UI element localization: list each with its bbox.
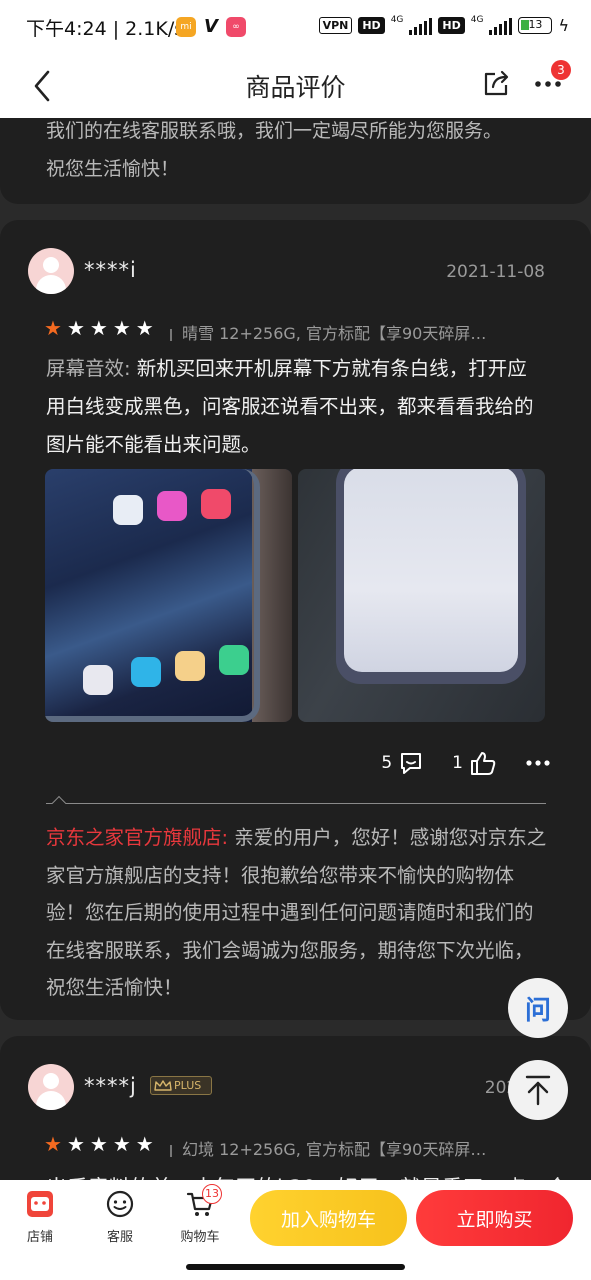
review-photo[interactable] — [45, 469, 292, 722]
signal-icon — [409, 17, 433, 35]
review-card: ****i 2021-11-08 ★ ★ ★ ★ ★ 晴雪 12+256G, 官… — [0, 220, 591, 1020]
star-icon: ★ — [112, 316, 131, 340]
photo-app-icon — [113, 495, 143, 525]
photo-app-icon — [201, 489, 231, 519]
product-spec: 晴雪 12+256G, 官方标配【享90天碎屏… — [170, 320, 486, 344]
plus-label: PLUS — [174, 1079, 202, 1092]
avatar[interactable] — [28, 1064, 74, 1110]
ask-label: 问 — [524, 995, 551, 1026]
network-type: 4G — [390, 14, 404, 25]
review-card: ****j PLUS 2021-1 ★ ★ ★ ★ ★ 幻境 12+256G, … — [0, 1036, 591, 1180]
star-rating: ★ ★ ★ ★ ★ — [44, 316, 154, 340]
charging-icon: ϟ — [558, 16, 569, 35]
spec-text: 晴雪 12+256G, 官方标配【享90天碎屏… — [182, 324, 487, 343]
nav-bar: 商品评价 3 — [0, 56, 591, 118]
star-icon: ★ — [44, 316, 62, 340]
mi-app-icon: mi — [176, 16, 196, 37]
divider — [46, 803, 546, 804]
signal-icon-2 — [489, 17, 513, 35]
gesture-area — [0, 1252, 591, 1280]
photo-app-icon — [175, 651, 205, 681]
shop-tab-label: 店铺 — [26, 1230, 53, 1245]
battery-icon: 13 — [518, 17, 553, 34]
like-button[interactable]: 1 — [452, 750, 497, 776]
review-actions: 5 1 — [381, 750, 551, 776]
review-text: 屏幕音效: 新机买回来开机屏幕下方就有条白线，打开应用白线变成黑色，问客服还说看… — [46, 350, 546, 464]
like-count: 1 — [452, 753, 463, 773]
star-icon: ★ — [112, 1132, 131, 1156]
avatar[interactable] — [28, 248, 74, 294]
star-icon: ★ — [135, 1132, 154, 1156]
comment-button[interactable]: 5 — [381, 751, 424, 775]
cart-tab-label: 购物车 — [180, 1230, 220, 1245]
status-time: 下午4:24 | 2.1K/s — [26, 18, 185, 40]
notification-badge: 3 — [551, 60, 571, 80]
vpn-indicator: VPN — [318, 17, 353, 34]
share-icon[interactable] — [481, 68, 511, 98]
photo-app-icon — [83, 665, 113, 695]
shop-app-icon: ∞ — [225, 16, 246, 37]
status-right: VPN HD 4G HD 4G 13 ϟ — [318, 14, 569, 35]
spec-text: 幻境 12+256G, 官方标配【享90天碎屏… — [182, 1140, 487, 1159]
buy-now-button[interactable]: 立即购买 — [416, 1190, 573, 1246]
comment-icon — [401, 753, 422, 774]
star-icon: ★ — [135, 316, 154, 340]
status-app-icons: mi V ∞ — [176, 16, 246, 37]
more-options-icon[interactable] — [525, 758, 551, 768]
customer-service-icon — [106, 1190, 134, 1218]
username: ****j — [84, 1074, 137, 1098]
home-indicator[interactable] — [186, 1264, 405, 1270]
divider-notch — [51, 795, 67, 811]
review-date: 2021-11-08 — [446, 262, 545, 282]
shop-reply-continued: 我们的在线客服联系哦，我们一定竭尽所能为您服务。 祝您生活愉快！ — [46, 118, 556, 188]
star-icon: ★ — [89, 316, 108, 340]
photo-phone — [336, 469, 526, 684]
battery-level: 13 — [528, 18, 543, 31]
photo-app-icon — [131, 657, 161, 687]
hd-indicator: HD — [358, 17, 385, 34]
photo-app-icon — [157, 491, 187, 521]
shop-reply-text: 亲爱的用户，您好！感谢您对京东之家官方旗舰店的支持！很抱歉给您带来不愉快的购物体… — [46, 826, 547, 999]
thumbs-up-icon — [471, 752, 496, 775]
comment-count: 5 — [381, 753, 393, 773]
bottom-action-bar: 店铺 客服 13 购物车 加入购物车 立即购买 — [0, 1180, 591, 1252]
service-tab[interactable]: 客服 — [90, 1188, 150, 1245]
review-body: 出乎意料的美，去年买的k30，好用，就是重了一点，今 — [46, 1172, 568, 1180]
service-tab-label: 客服 — [106, 1230, 133, 1245]
add-to-cart-button[interactable]: 加入购物车 — [250, 1190, 407, 1246]
ask-button[interactable]: 问 — [508, 978, 568, 1038]
back-to-top-button[interactable] — [508, 1060, 568, 1120]
star-icon: ★ — [44, 1132, 62, 1156]
review-photo[interactable] — [298, 469, 545, 722]
review-card: 我们的在线客服联系哦，我们一定竭尽所能为您服务。 祝您生活愉快！ — [0, 118, 591, 204]
star-icon: ★ — [89, 1132, 108, 1156]
photo-app-icon — [219, 645, 249, 675]
status-bar: 下午4:24 | 2.1K/s mi V ∞ VPN HD 4G HD 4G 1… — [0, 0, 591, 56]
arrow-up-icon — [525, 1075, 551, 1106]
shop-icon — [27, 1191, 53, 1217]
network-type-2: 4G — [470, 14, 484, 25]
v-app-icon: V — [204, 16, 218, 37]
star-rating: ★ ★ ★ ★ ★ — [44, 1132, 154, 1156]
crown-icon — [154, 1079, 172, 1091]
product-spec: 幻境 12+256G, 官方标配【享90天碎屏… — [170, 1136, 486, 1160]
star-icon: ★ — [66, 316, 85, 340]
review-tag: 屏幕音效: — [46, 357, 131, 380]
cart-count-badge: 13 — [202, 1184, 222, 1204]
reply-line: 我们的在线客服联系哦，我们一定竭尽所能为您服务。 — [46, 120, 503, 142]
shop-tab[interactable]: 店铺 — [10, 1188, 70, 1245]
photo-phone-screen — [344, 469, 518, 672]
username: ****i — [84, 258, 137, 282]
shop-name: 京东之家官方旗舰店: — [46, 826, 229, 849]
shop-reply: 京东之家官方旗舰店: 亲爱的用户，您好！感谢您对京东之家官方旗舰店的支持！很抱歉… — [46, 819, 551, 1007]
hd-indicator-2: HD — [438, 17, 465, 34]
review-list[interactable]: 我们的在线客服联系哦，我们一定竭尽所能为您服务。 祝您生活愉快！ ****i 2… — [0, 118, 591, 1180]
star-icon: ★ — [66, 1132, 85, 1156]
cart-tab[interactable]: 13 购物车 — [170, 1184, 230, 1245]
plus-badge: PLUS — [150, 1076, 212, 1095]
reply-line: 祝您生活愉快！ — [46, 158, 180, 180]
